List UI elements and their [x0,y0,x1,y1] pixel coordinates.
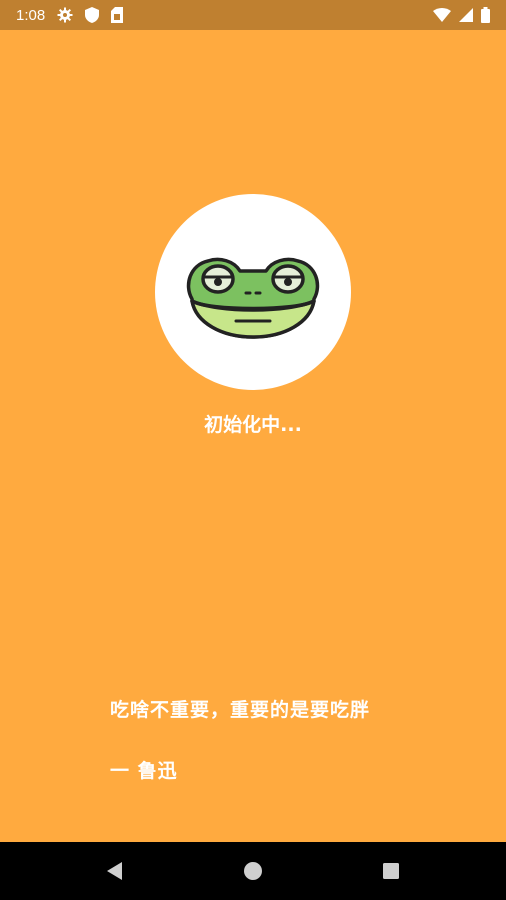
recents-icon [383,863,399,879]
status-left: 1:08 [16,6,124,24]
status-right [433,7,490,23]
loading-text: 初始化中... [204,414,302,436]
status-time: 1:08 [16,6,46,24]
navigation-bar [0,842,506,900]
back-icon [107,862,122,880]
battery-icon [481,7,490,23]
frog-logo [155,194,351,390]
quote-author: 一 鲁迅 [110,760,178,782]
splash-screen: 初始化中... 吃啥不重要，重要的是要吃胖 一 鲁迅 [0,30,506,842]
wifi-icon [433,8,451,22]
status-bar: 1:08 [0,0,506,30]
quote-text: 吃啥不重要，重要的是要吃胖 [110,699,371,721]
back-button[interactable] [100,856,130,886]
home-icon [244,862,262,880]
shield-icon [85,7,100,23]
home-button[interactable] [238,856,268,886]
gear-icon [57,7,73,23]
sim-card-icon [111,7,124,23]
cell-signal-icon [459,8,473,22]
recents-button[interactable] [376,856,406,886]
frog-icon [186,257,320,339]
